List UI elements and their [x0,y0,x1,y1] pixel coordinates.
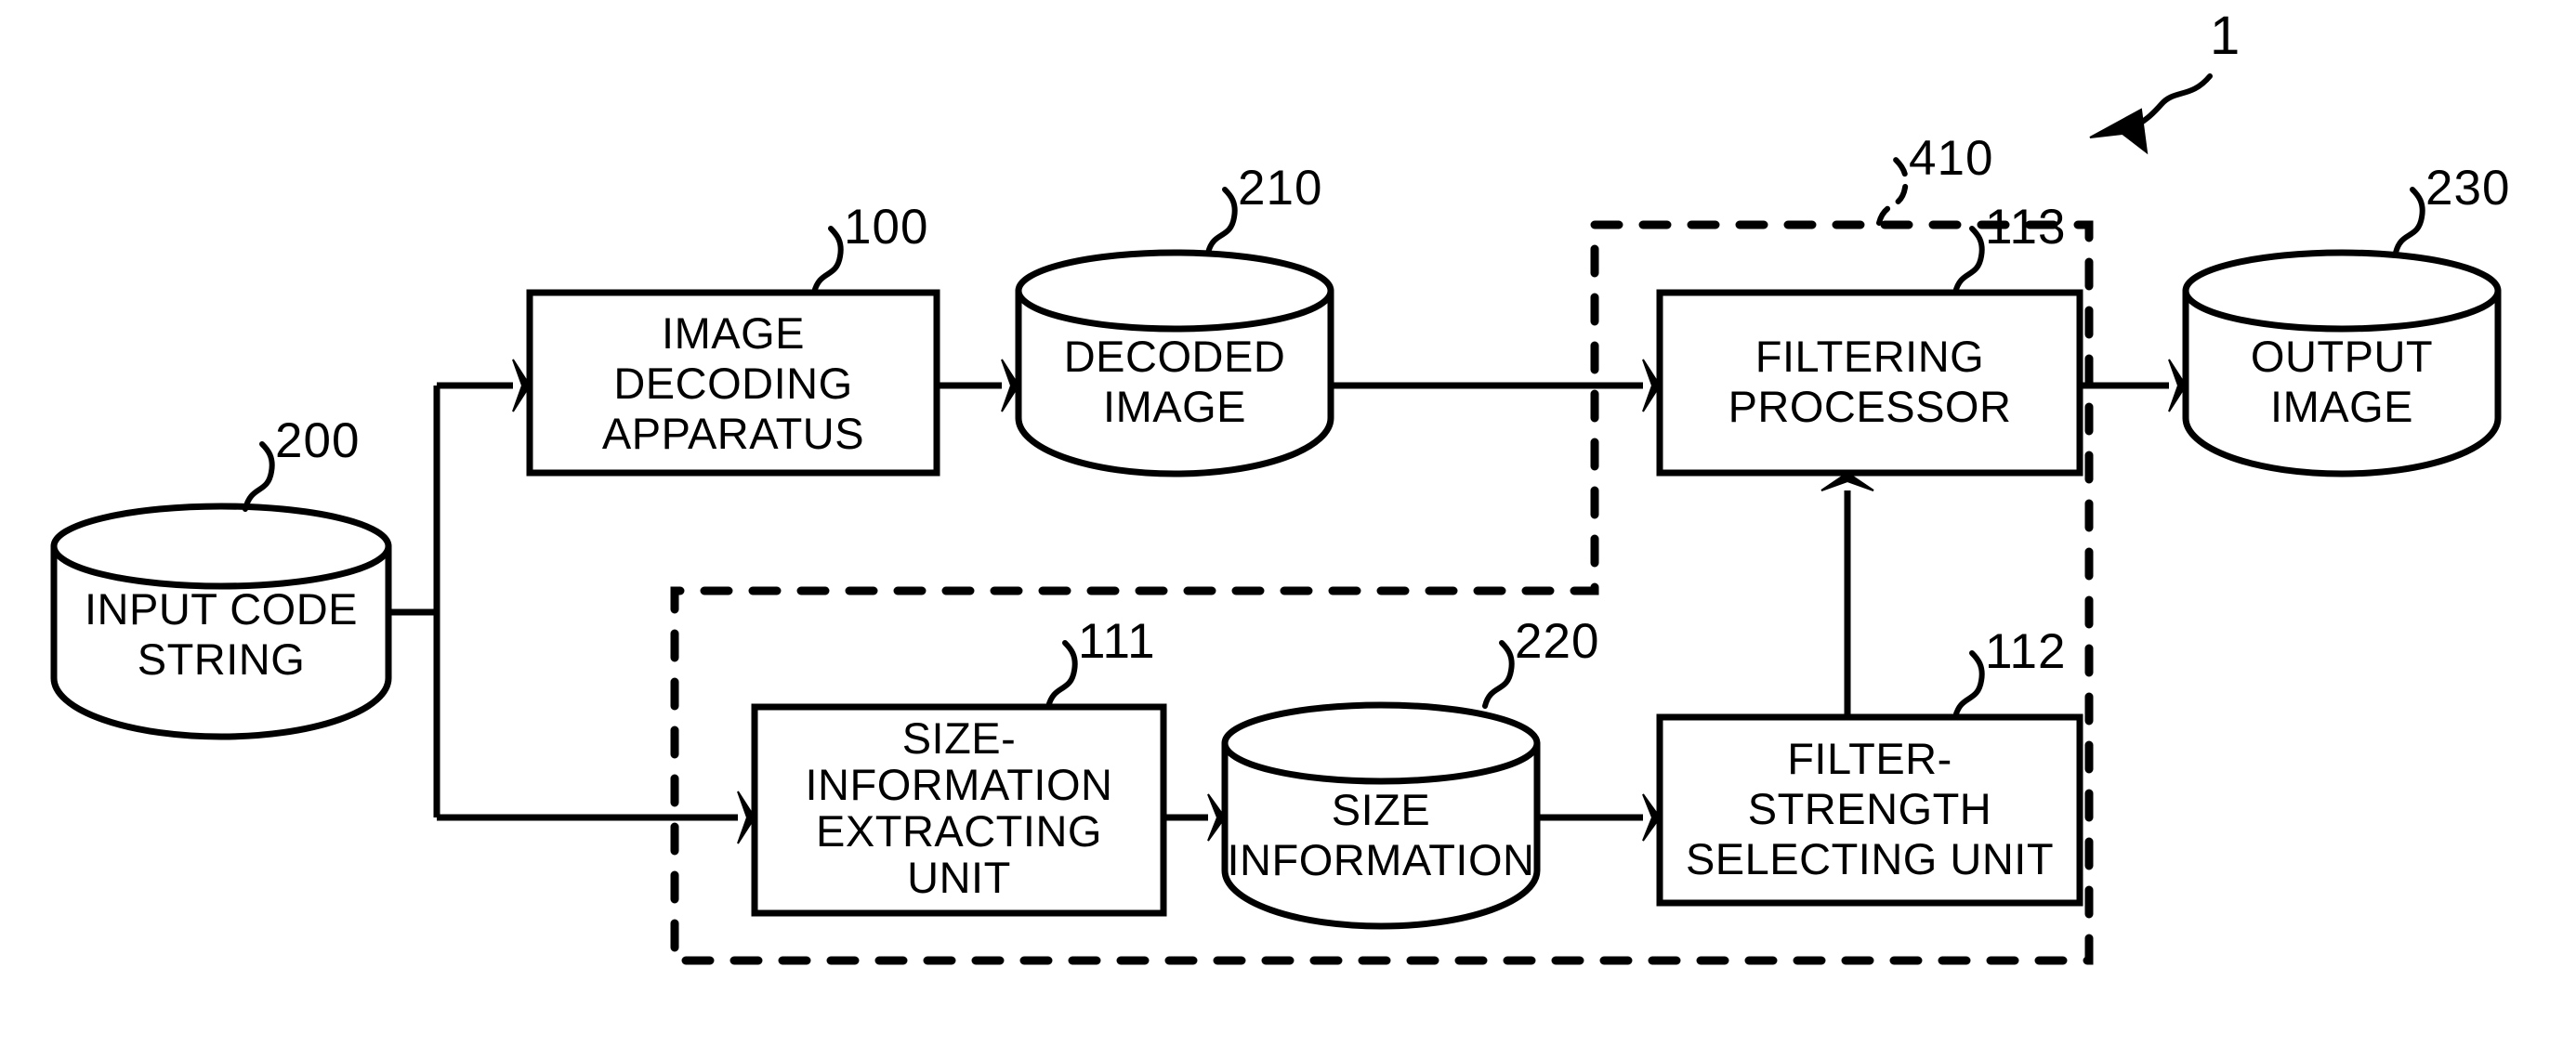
size-information-cylinder-top [1221,701,1541,785]
patent-figure-canvas: INPUT CODE STRING 200 IMAGE DECODING APP… [0,0,2576,1046]
decoded-image-cylinder-top [1015,249,1334,333]
filtering-processor-label-line-0: FILTERING [1755,332,1984,381]
ref-number-220: 220 [1515,614,1599,669]
leader-line-figure-1 [2131,73,2213,131]
leader-line-112 [1952,650,1985,720]
image-decoding-apparatus-label-line-2: APPARATUS [602,409,864,458]
output-image-label-line-1: IMAGE [2270,382,2413,431]
ref-number-410: 410 [1909,131,1993,186]
leader-line-410 [1876,157,1909,226]
output-image-label-line-0: OUTPUT [2251,332,2433,381]
leader-line-111 [1045,640,1078,710]
leader-line-113 [1952,226,1985,295]
size-information-extracting-unit-label-line-1: INFORMATION [806,760,1113,809]
node-input-code-string: INPUT CODE STRING [50,503,392,740]
leader-line-100 [811,226,844,295]
ref-number-230: 230 [2425,161,2510,216]
input-code-string-cylinder-top [50,503,392,590]
size-information-extracting-unit-label-line-0: SIZE- [902,713,1017,763]
ref-number-112: 112 [1985,624,2067,679]
size-information-extracting-unit-label-line-2: EXTRACTING [816,806,1102,856]
size-information-extracting-unit-label-line-3: UNIT [907,853,1011,902]
node-filter-strength-selecting-unit: FILTER- STRENGTH SELECTING UNIT [1656,713,2083,907]
node-image-decoding-apparatus: IMAGE DECODING APPARATUS [526,289,940,477]
input-code-string-label-line-0: INPUT CODE [85,584,358,634]
leader-line-220 [1482,640,1515,709]
filter-strength-selecting-unit-label-line-2: SELECTING UNIT [1686,834,2054,883]
image-decoding-apparatus-label-line-1: DECODING [613,359,852,408]
node-decoded-image: DECODED IMAGE [1015,249,1334,477]
size-information-label-line-0: SIZE [1332,785,1430,834]
output-image-cylinder-top [2182,249,2502,333]
decoded-image-label-line-0: DECODED [1064,332,1286,381]
input-code-string-label-line-1: STRING [138,634,306,684]
node-filtering-processor: FILTERING PROCESSOR [1656,289,2083,477]
ref-number-210: 210 [1238,161,1322,216]
decoded-image-label-line-1: IMAGE [1103,382,1246,431]
node-size-information: SIZE INFORMATION [1221,701,1541,930]
ref-number-111: 111 [1078,614,1156,669]
ref-number-113: 113 [1985,200,2067,255]
filtering-processor-label-line-1: PROCESSOR [1728,382,2012,431]
image-decoding-apparatus-label-line-0: IMAGE [662,308,805,358]
figure-reference-number: 1 [2210,6,2240,66]
block-diagram-svg: INPUT CODE STRING 200 IMAGE DECODING APP… [50,6,2510,965]
leader-line-210 [1205,187,1238,255]
node-size-information-extracting-unit: SIZE- INFORMATION EXTRACTING UNIT [751,703,1167,917]
arrowhead-figure-1 [2089,108,2149,155]
leader-line-200 [243,441,275,512]
filter-strength-selecting-unit-label-line-1: STRENGTH [1748,784,1992,833]
node-output-image: OUTPUT IMAGE [2182,249,2502,477]
filter-strength-selecting-unit-label-line-0: FILTER- [1787,734,1952,783]
ref-number-200: 200 [275,413,360,468]
size-information-label-line-1: INFORMATION [1228,835,1535,884]
ref-number-100: 100 [844,200,928,255]
leader-line-230 [2393,187,2425,255]
